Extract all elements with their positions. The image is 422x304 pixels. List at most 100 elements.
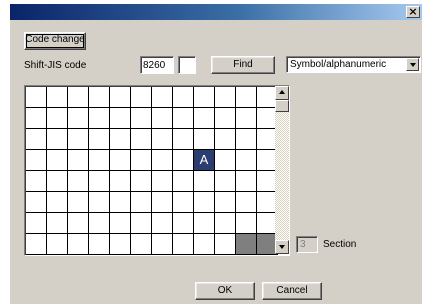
- grid-cell-selected[interactable]: A: [194, 150, 215, 171]
- grid-cell[interactable]: [110, 213, 131, 234]
- grid-cell[interactable]: [110, 129, 131, 150]
- grid-cell[interactable]: [131, 234, 152, 255]
- grid-cell-unassigned[interactable]: [236, 234, 257, 255]
- grid-cell[interactable]: [173, 150, 194, 171]
- grid-cell[interactable]: [194, 108, 215, 129]
- scroll-thumb[interactable]: [275, 100, 289, 112]
- grid-cell[interactable]: [173, 213, 194, 234]
- chevron-down-icon[interactable]: [406, 58, 419, 71]
- grid-cell[interactable]: [26, 108, 47, 129]
- grid-cell[interactable]: [215, 213, 236, 234]
- grid-cell[interactable]: [89, 234, 110, 255]
- grid-cell[interactable]: [110, 87, 131, 108]
- ok-button[interactable]: OK: [195, 282, 255, 300]
- grid-cell[interactable]: [236, 129, 257, 150]
- grid-cell[interactable]: [68, 213, 89, 234]
- grid-cell[interactable]: [215, 108, 236, 129]
- grid-cell[interactable]: [194, 213, 215, 234]
- grid-cell[interactable]: [89, 129, 110, 150]
- grid-cell[interactable]: [110, 171, 131, 192]
- grid-cell[interactable]: [152, 129, 173, 150]
- scroll-up-button[interactable]: [275, 86, 289, 100]
- grid-cell[interactable]: [131, 108, 152, 129]
- grid-cell[interactable]: [152, 150, 173, 171]
- category-select[interactable]: Symbol/alphanumeric: [286, 56, 421, 73]
- grid-cell[interactable]: [173, 192, 194, 213]
- grid-cell[interactable]: [215, 87, 236, 108]
- grid-cell[interactable]: [131, 150, 152, 171]
- grid-cell[interactable]: [26, 213, 47, 234]
- grid-cell[interactable]: [194, 234, 215, 255]
- grid-cell[interactable]: [236, 213, 257, 234]
- grid-cell[interactable]: [194, 87, 215, 108]
- grid-cell[interactable]: [173, 171, 194, 192]
- grid-cell[interactable]: [152, 213, 173, 234]
- grid-cell[interactable]: [47, 150, 68, 171]
- grid-cell[interactable]: [110, 150, 131, 171]
- grid-cell[interactable]: [26, 234, 47, 255]
- grid-cell[interactable]: [68, 234, 89, 255]
- grid-cell[interactable]: [47, 234, 68, 255]
- grid-cell[interactable]: [47, 129, 68, 150]
- grid-cell[interactable]: [236, 108, 257, 129]
- grid-cell[interactable]: [68, 87, 89, 108]
- grid-cell[interactable]: [89, 150, 110, 171]
- grid-cell[interactable]: [89, 87, 110, 108]
- grid-cell[interactable]: [236, 192, 257, 213]
- grid-cell[interactable]: [26, 87, 47, 108]
- grid-cell[interactable]: [89, 171, 110, 192]
- grid-cell[interactable]: [173, 87, 194, 108]
- scroll-down-button[interactable]: [275, 240, 289, 254]
- grid-cell[interactable]: [215, 150, 236, 171]
- code-field[interactable]: 8260: [140, 56, 174, 74]
- grid-cell[interactable]: [131, 192, 152, 213]
- grid-cell[interactable]: [110, 108, 131, 129]
- grid-cell[interactable]: [194, 192, 215, 213]
- grid-cell[interactable]: [173, 108, 194, 129]
- grid-cell[interactable]: [26, 192, 47, 213]
- grid-cell[interactable]: [26, 129, 47, 150]
- grid-cell[interactable]: [110, 234, 131, 255]
- grid-cell[interactable]: [131, 213, 152, 234]
- grid-cell[interactable]: [236, 171, 257, 192]
- grid-cell[interactable]: [194, 171, 215, 192]
- grid-cell[interactable]: [47, 213, 68, 234]
- grid-cell[interactable]: [26, 171, 47, 192]
- grid-cell[interactable]: [152, 108, 173, 129]
- grid-cell[interactable]: [152, 87, 173, 108]
- grid-cell[interactable]: [131, 87, 152, 108]
- grid-cell[interactable]: [131, 129, 152, 150]
- grid-cell[interactable]: [89, 108, 110, 129]
- grid-cell[interactable]: [47, 108, 68, 129]
- grid-cell[interactable]: [215, 171, 236, 192]
- grid-cell[interactable]: [26, 150, 47, 171]
- grid-scrollbar[interactable]: [275, 86, 289, 254]
- grid-cell[interactable]: [215, 129, 236, 150]
- grid-cell[interactable]: [173, 234, 194, 255]
- grid-cell[interactable]: [110, 192, 131, 213]
- code-change-button[interactable]: Code change: [24, 32, 86, 50]
- grid-cell[interactable]: [68, 108, 89, 129]
- grid-cell[interactable]: [47, 87, 68, 108]
- grid-cell[interactable]: [236, 87, 257, 108]
- grid-cell[interactable]: [152, 192, 173, 213]
- close-button[interactable]: ×: [406, 6, 420, 18]
- grid-cell[interactable]: [68, 171, 89, 192]
- grid-cell[interactable]: [152, 171, 173, 192]
- grid-cell[interactable]: [173, 129, 194, 150]
- cancel-button[interactable]: Cancel: [262, 282, 322, 300]
- grid-cell[interactable]: [131, 171, 152, 192]
- grid-cell[interactable]: [89, 213, 110, 234]
- grid-cell[interactable]: [194, 129, 215, 150]
- grid-cell[interactable]: [215, 234, 236, 255]
- character-grid[interactable]: A: [26, 87, 278, 255]
- grid-cell[interactable]: [89, 192, 110, 213]
- grid-cell[interactable]: [47, 171, 68, 192]
- grid-cell[interactable]: [68, 129, 89, 150]
- grid-cell[interactable]: [215, 192, 236, 213]
- section-field[interactable]: 3: [296, 236, 318, 253]
- grid-cell[interactable]: [68, 192, 89, 213]
- grid-cell[interactable]: [236, 150, 257, 171]
- character-preview-field[interactable]: [178, 56, 196, 74]
- grid-cell[interactable]: [152, 234, 173, 255]
